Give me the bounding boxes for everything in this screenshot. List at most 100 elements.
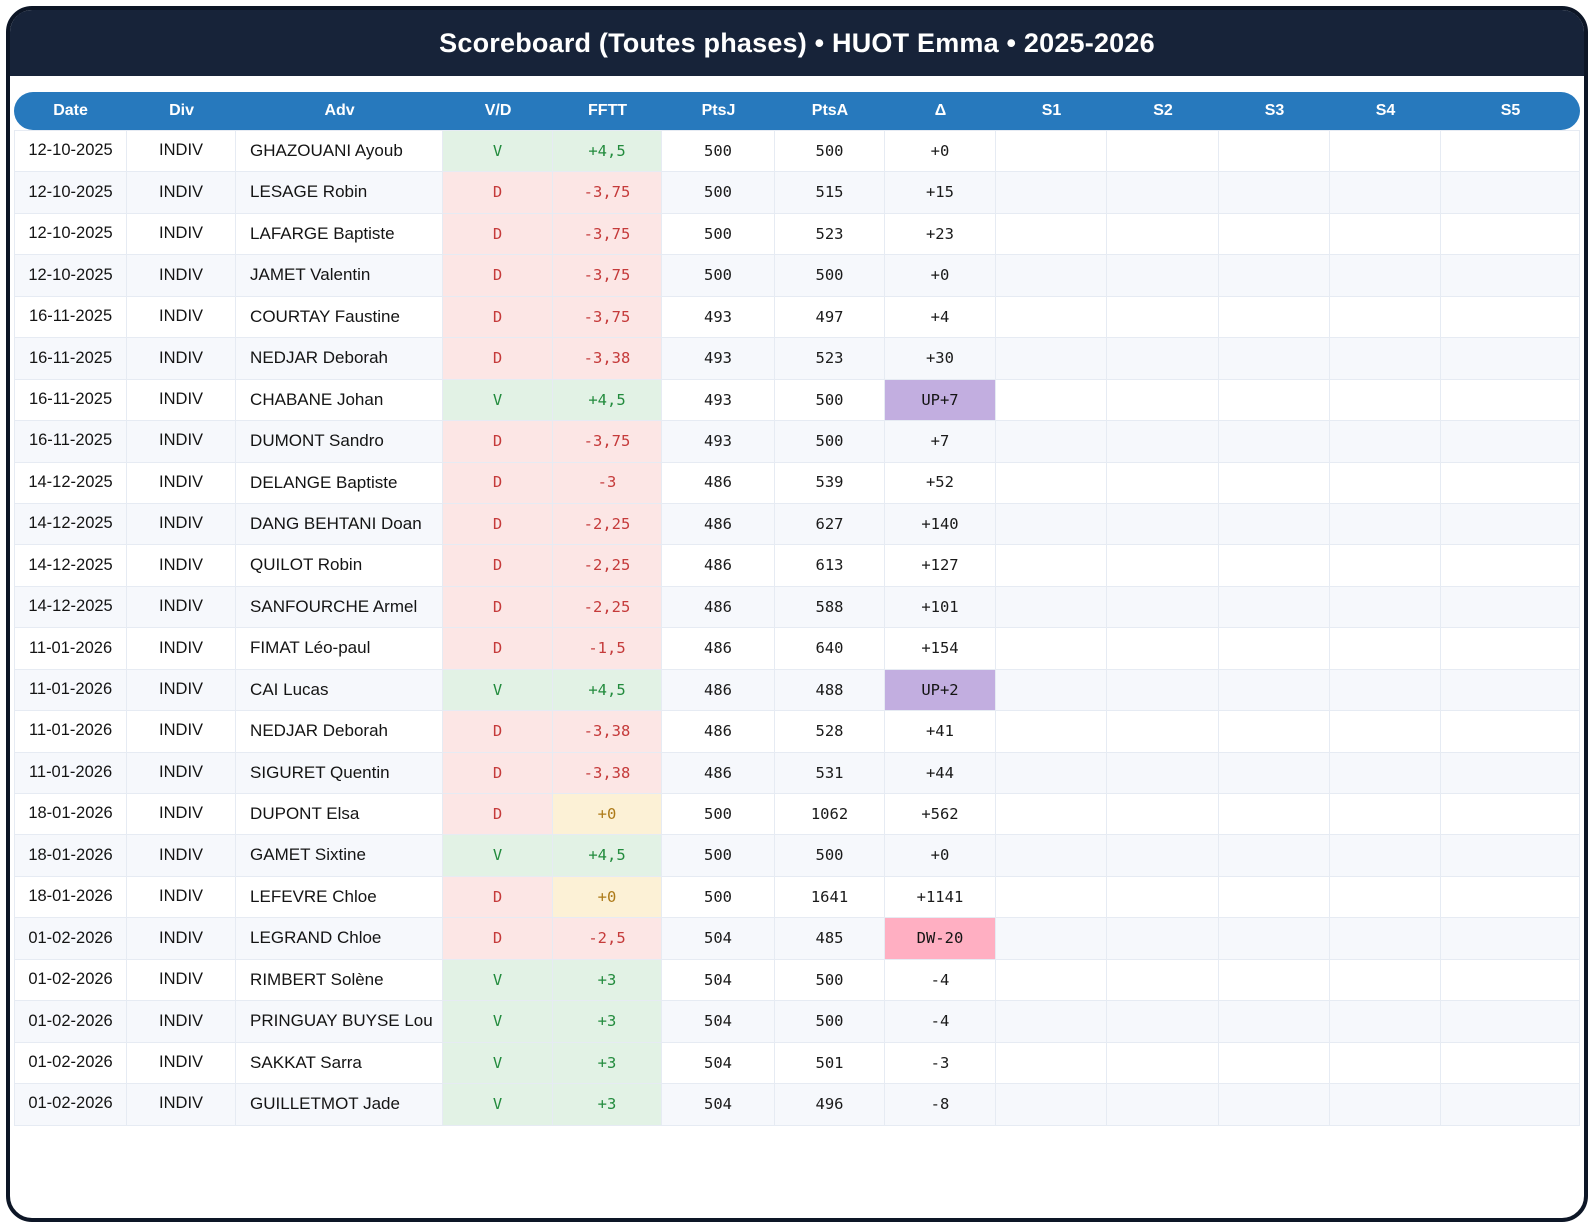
- table-body: 12-10-2025 INDIV GHAZOUANI Ayoub V +4,5 …: [14, 130, 1580, 1126]
- cell-ptsj: 500: [661, 876, 776, 919]
- cell-ptsa: 523: [775, 338, 885, 380]
- cell-adv: SAKKAT Sarra: [236, 1042, 444, 1085]
- cell-date: 11-01-2026: [14, 711, 128, 753]
- cell-s2: [1107, 876, 1219, 919]
- cell-s1: [995, 172, 1107, 214]
- table-row: 12-10-2025 INDIV LESAGE Robin D -3,75 50…: [14, 172, 1580, 214]
- cell-s1: [995, 752, 1107, 794]
- cell-s4: [1329, 711, 1441, 753]
- cell-ptsa: 500: [775, 421, 885, 463]
- cell-adv: PRINGUAY BUYSE Lou: [236, 1001, 444, 1043]
- cell-s3: [1218, 959, 1330, 1002]
- cell-s5: [1441, 628, 1580, 670]
- cell-date: 12-10-2025: [14, 255, 128, 297]
- cell-s3: [1218, 1084, 1330, 1126]
- cell-fftt: +3: [553, 1042, 662, 1085]
- cell-fftt: +4,5: [553, 669, 662, 712]
- cell-div: INDIV: [127, 628, 237, 670]
- column-header-adv: Adv: [236, 92, 444, 130]
- cell-s2: [1107, 1084, 1219, 1126]
- cell-date: 16-11-2025: [14, 338, 128, 380]
- table-row: 11-01-2026 INDIV FIMAT Léo-paul D -1,5 4…: [14, 628, 1580, 670]
- column-header-s1: S1: [995, 92, 1107, 130]
- cell-s1: [995, 1042, 1107, 1085]
- cell-div: INDIV: [127, 711, 237, 753]
- column-header-vd: V/D: [443, 92, 553, 130]
- cell-fftt: -3,38: [553, 711, 662, 753]
- cell-ptsa: 501: [775, 1042, 885, 1085]
- cell-delta: +127: [884, 545, 996, 587]
- cell-date: 14-12-2025: [14, 503, 128, 546]
- cell-vd: D: [443, 421, 553, 463]
- table-container: Date Div Adv V/D FFTT PtsJ PtsA Δ S1 S2 …: [10, 76, 1584, 1126]
- cell-vd: D: [443, 338, 553, 380]
- cell-s3: [1218, 379, 1330, 422]
- cell-div: INDIV: [127, 545, 237, 587]
- cell-s4: [1329, 1001, 1441, 1043]
- table-row: 11-01-2026 INDIV CAI Lucas V +4,5 486 48…: [14, 669, 1580, 712]
- cell-date: 01-02-2026: [14, 918, 128, 960]
- cell-div: INDIV: [127, 503, 237, 546]
- cell-s5: [1441, 959, 1580, 1002]
- cell-ptsj: 493: [661, 379, 776, 422]
- cell-ptsa: 531: [775, 752, 885, 794]
- cell-s1: [995, 959, 1107, 1002]
- cell-s4: [1329, 628, 1441, 670]
- cell-s3: [1218, 213, 1330, 256]
- cell-div: INDIV: [127, 296, 237, 339]
- cell-s2: [1107, 669, 1219, 712]
- cell-ptsa: 500: [775, 1001, 885, 1043]
- column-header-s3: S3: [1218, 92, 1330, 130]
- cell-s5: [1441, 794, 1580, 836]
- cell-date: 11-01-2026: [14, 752, 128, 794]
- cell-adv: NEDJAR Deborah: [236, 338, 444, 380]
- table-row: 16-11-2025 INDIV DUMONT Sandro D -3,75 4…: [14, 421, 1580, 463]
- cell-date: 12-10-2025: [14, 172, 128, 214]
- cell-s5: [1441, 255, 1580, 297]
- cell-delta: +7: [884, 421, 996, 463]
- column-header-delta: Δ: [884, 92, 996, 130]
- cell-s3: [1218, 752, 1330, 794]
- cell-delta: +30: [884, 338, 996, 380]
- cell-delta: DW-20: [884, 918, 996, 960]
- table-row: 01-02-2026 INDIV GUILLETMOT Jade V +3 50…: [14, 1084, 1580, 1126]
- cell-ptsa: 539: [775, 462, 885, 504]
- cell-s2: [1107, 1042, 1219, 1085]
- cell-s2: [1107, 296, 1219, 339]
- cell-s3: [1218, 255, 1330, 297]
- table-row: 16-11-2025 INDIV COURTAY Faustine D -3,7…: [14, 296, 1580, 339]
- cell-fftt: -2,25: [553, 503, 662, 546]
- cell-s4: [1329, 172, 1441, 214]
- cell-ptsj: 493: [661, 338, 776, 380]
- cell-delta: +562: [884, 794, 996, 836]
- cell-ptsa: 640: [775, 628, 885, 670]
- cell-vd: D: [443, 255, 553, 297]
- cell-ptsj: 486: [661, 462, 776, 504]
- cell-adv: QUILOT Robin: [236, 545, 444, 587]
- cell-s1: [995, 255, 1107, 297]
- table-row: 14-12-2025 INDIV DELANGE Baptiste D -3 4…: [14, 462, 1580, 504]
- cell-ptsj: 486: [661, 711, 776, 753]
- cell-div: INDIV: [127, 794, 237, 836]
- cell-div: INDIV: [127, 1001, 237, 1043]
- cell-fftt: -2,25: [553, 545, 662, 587]
- cell-vd: V: [443, 130, 553, 173]
- cell-s4: [1329, 959, 1441, 1002]
- cell-delta: +0: [884, 130, 996, 173]
- column-header-ptsa: PtsA: [775, 92, 885, 130]
- cell-s4: [1329, 296, 1441, 339]
- cell-ptsj: 504: [661, 1001, 776, 1043]
- cell-date: 01-02-2026: [14, 1084, 128, 1126]
- column-header-s2: S2: [1107, 92, 1219, 130]
- table-row: 12-10-2025 INDIV JAMET Valentin D -3,75 …: [14, 255, 1580, 297]
- cell-s3: [1218, 130, 1330, 173]
- cell-date: 14-12-2025: [14, 586, 128, 629]
- cell-s4: [1329, 1084, 1441, 1126]
- cell-adv: LEFEVRE Chloe: [236, 876, 444, 919]
- cell-delta: +15: [884, 172, 996, 214]
- table-header: Date Div Adv V/D FFTT PtsJ PtsA Δ S1 S2 …: [14, 92, 1580, 130]
- cell-s4: [1329, 462, 1441, 504]
- cell-fftt: -3,75: [553, 296, 662, 339]
- cell-s4: [1329, 918, 1441, 960]
- cell-div: INDIV: [127, 255, 237, 297]
